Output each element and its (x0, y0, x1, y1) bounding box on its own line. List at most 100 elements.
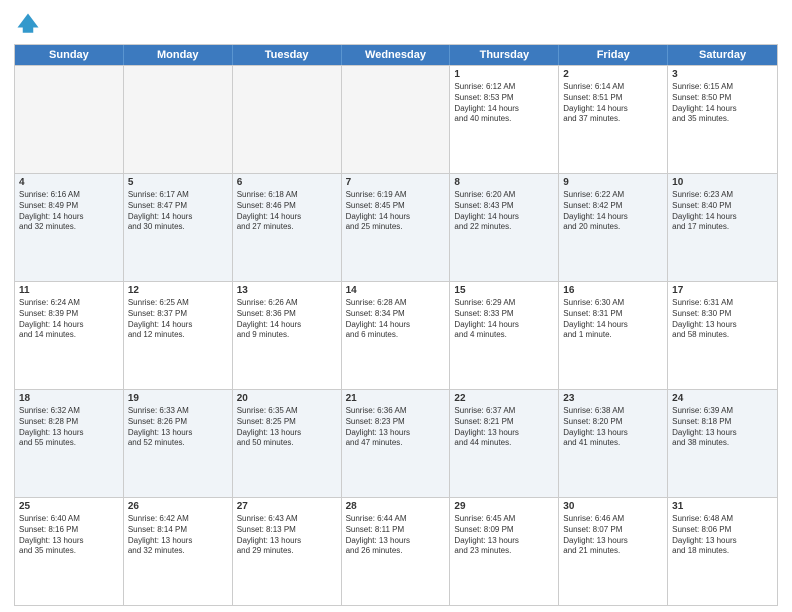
day-cell-25: 25Sunrise: 6:40 AMSunset: 8:16 PMDayligh… (15, 498, 124, 605)
cell-info: Sunrise: 6:14 AMSunset: 8:51 PMDaylight:… (563, 82, 663, 125)
cell-info: Sunrise: 6:37 AMSunset: 8:21 PMDaylight:… (454, 406, 554, 449)
cell-info: Sunrise: 6:23 AMSunset: 8:40 PMDaylight:… (672, 190, 773, 233)
day-cell-6: 6 Sunrise: 6:18 AMSunset: 8:46 PMDaylight… (233, 174, 342, 281)
day-number: 22 (454, 393, 554, 404)
day-cell-24: 24 Sunrise: 6:39 AMSunset: 8:18 PMDayligh… (668, 390, 777, 497)
cell-info: Sunrise: 6:29 AMSunset: 8:33 PMDaylight:… (454, 298, 554, 341)
calendar-row-3: 18 Sunrise: 6:32 AMSunset: 8:28 PMDayligh… (15, 389, 777, 497)
header-day-thursday: Thursday (450, 45, 559, 65)
day-cell-27: 27 Sunrise: 6:43 AMSunset: 8:13 PMDayligh… (233, 498, 342, 605)
calendar-row-4: 25Sunrise: 6:40 AMSunset: 8:16 PMDayligh… (15, 497, 777, 605)
day-cell-12: 12 Sunrise: 6:25 AMSunset: 8:37 PMDayligh… (124, 282, 233, 389)
day-cell-10: 10 Sunrise: 6:23 AMSunset: 8:40 PMDayligh… (668, 174, 777, 281)
cell-info: Sunrise: 6:15 AMSunset: 8:50 PMDaylight:… (672, 82, 773, 125)
day-number: 26 (128, 501, 228, 512)
day-number: 27 (237, 501, 337, 512)
cell-info: Sunrise: 6:46 AMSunset: 8:07 PMDaylight:… (563, 514, 663, 557)
cell-info: Sunrise: 6:18 AMSunset: 8:46 PMDaylight:… (237, 190, 337, 233)
calendar-body: 1 Sunrise: 6:12 AMSunset: 8:53 PMDaylight… (15, 65, 777, 605)
day-number: 8 (454, 177, 554, 188)
cell-info: Sunrise: 6:25 AMSunset: 8:37 PMDaylight:… (128, 298, 228, 341)
day-cell-7: 7 Sunrise: 6:19 AMSunset: 8:45 PMDaylight… (342, 174, 451, 281)
empty-cell (15, 66, 124, 173)
day-cell-19: 19Sunrise: 6:33 AMSunset: 8:26 PMDayligh… (124, 390, 233, 497)
day-number: 19 (128, 393, 228, 404)
cell-info: Sunrise: 6:36 AMSunset: 8:23 PMDaylight:… (346, 406, 446, 449)
header (14, 10, 778, 38)
day-cell-30: 30 Sunrise: 6:46 AMSunset: 8:07 PMDayligh… (559, 498, 668, 605)
day-number: 3 (672, 69, 773, 80)
day-cell-29: 29 Sunrise: 6:45 AMSunset: 8:09 PMDayligh… (450, 498, 559, 605)
day-number: 30 (563, 501, 663, 512)
day-cell-31: 31 Sunrise: 6:48 AMSunset: 8:06 PMDayligh… (668, 498, 777, 605)
day-cell-3: 3 Sunrise: 6:15 AMSunset: 8:50 PMDaylight… (668, 66, 777, 173)
header-day-monday: Monday (124, 45, 233, 65)
cell-info: Sunrise: 6:43 AMSunset: 8:13 PMDaylight:… (237, 514, 337, 557)
day-cell-4: 4 Sunrise: 6:16 AMSunset: 8:49 PMDaylight… (15, 174, 124, 281)
calendar-header: SundayMondayTuesdayWednesdayThursdayFrid… (15, 45, 777, 65)
cell-info: Sunrise: 6:31 AMSunset: 8:30 PMDaylight:… (672, 298, 773, 341)
cell-info: Sunrise: 6:17 AMSunset: 8:47 PMDaylight:… (128, 190, 228, 233)
day-cell-20: 20 Sunrise: 6:35 AMSunset: 8:25 PMDayligh… (233, 390, 342, 497)
day-number: 6 (237, 177, 337, 188)
day-cell-13: 13Sunrise: 6:26 AMSunset: 8:36 PMDayligh… (233, 282, 342, 389)
cell-info: Sunrise: 6:35 AMSunset: 8:25 PMDaylight:… (237, 406, 337, 449)
empty-cell (124, 66, 233, 173)
cell-info: Sunrise: 6:42 AMSunset: 8:14 PMDaylight:… (128, 514, 228, 557)
header-day-friday: Friday (559, 45, 668, 65)
day-number: 9 (563, 177, 663, 188)
cell-info: Sunrise: 6:19 AMSunset: 8:45 PMDaylight:… (346, 190, 446, 233)
day-cell-14: 14 Sunrise: 6:28 AMSunset: 8:34 PMDayligh… (342, 282, 451, 389)
logo (14, 10, 46, 38)
day-cell-2: 2Sunrise: 6:14 AMSunset: 8:51 PMDaylight… (559, 66, 668, 173)
day-number: 29 (454, 501, 554, 512)
cell-info: Sunrise: 6:32 AMSunset: 8:28 PMDaylight:… (19, 406, 119, 449)
day-cell-23: 23 Sunrise: 6:38 AMSunset: 8:20 PMDayligh… (559, 390, 668, 497)
cell-info: Sunrise: 6:38 AMSunset: 8:20 PMDaylight:… (563, 406, 663, 449)
day-number: 24 (672, 393, 773, 404)
day-number: 20 (237, 393, 337, 404)
day-number: 11 (19, 285, 119, 296)
day-cell-22: 22 Sunrise: 6:37 AMSunset: 8:21 PMDayligh… (450, 390, 559, 497)
day-cell-28: 28 Sunrise: 6:44 AMSunset: 8:11 PMDayligh… (342, 498, 451, 605)
day-number: 5 (128, 177, 228, 188)
header-day-wednesday: Wednesday (342, 45, 451, 65)
empty-cell (233, 66, 342, 173)
day-number: 14 (346, 285, 446, 296)
calendar: SundayMondayTuesdayWednesdayThursdayFrid… (14, 44, 778, 606)
day-number: 7 (346, 177, 446, 188)
cell-info: Sunrise: 6:22 AMSunset: 8:42 PMDaylight:… (563, 190, 663, 233)
day-number: 31 (672, 501, 773, 512)
cell-info: Sunrise: 6:28 AMSunset: 8:34 PMDaylight:… (346, 298, 446, 341)
day-number: 4 (19, 177, 119, 188)
cell-info: Sunrise: 6:16 AMSunset: 8:49 PMDaylight:… (19, 190, 119, 233)
cell-info: Sunrise: 6:39 AMSunset: 8:18 PMDaylight:… (672, 406, 773, 449)
header-day-saturday: Saturday (668, 45, 777, 65)
day-cell-21: 21 Sunrise: 6:36 AMSunset: 8:23 PMDayligh… (342, 390, 451, 497)
calendar-row-0: 1 Sunrise: 6:12 AMSunset: 8:53 PMDaylight… (15, 65, 777, 173)
day-number: 23 (563, 393, 663, 404)
day-number: 1 (454, 69, 554, 80)
day-cell-1: 1 Sunrise: 6:12 AMSunset: 8:53 PMDaylight… (450, 66, 559, 173)
page: SundayMondayTuesdayWednesdayThursdayFrid… (0, 0, 792, 612)
cell-info: Sunrise: 6:44 AMSunset: 8:11 PMDaylight:… (346, 514, 446, 557)
cell-info: Sunrise: 6:48 AMSunset: 8:06 PMDaylight:… (672, 514, 773, 557)
cell-info: Sunrise: 6:20 AMSunset: 8:43 PMDaylight:… (454, 190, 554, 233)
day-cell-17: 17Sunrise: 6:31 AMSunset: 8:30 PMDayligh… (668, 282, 777, 389)
cell-info: Sunrise: 6:12 AMSunset: 8:53 PMDaylight:… (454, 82, 554, 125)
day-cell-9: 9 Sunrise: 6:22 AMSunset: 8:42 PMDaylight… (559, 174, 668, 281)
day-cell-8: 8 Sunrise: 6:20 AMSunset: 8:43 PMDaylight… (450, 174, 559, 281)
cell-info: Sunrise: 6:45 AMSunset: 8:09 PMDaylight:… (454, 514, 554, 557)
day-number: 15 (454, 285, 554, 296)
day-number: 21 (346, 393, 446, 404)
calendar-row-2: 11 Sunrise: 6:24 AMSunset: 8:39 PMDayligh… (15, 281, 777, 389)
day-number: 18 (19, 393, 119, 404)
day-number: 10 (672, 177, 773, 188)
day-number: 12 (128, 285, 228, 296)
day-number: 28 (346, 501, 446, 512)
cell-info: Sunrise: 6:24 AMSunset: 8:39 PMDaylight:… (19, 298, 119, 341)
day-number: 25 (19, 501, 119, 512)
cell-info: Sunrise: 6:30 AMSunset: 8:31 PMDaylight:… (563, 298, 663, 341)
header-day-tuesday: Tuesday (233, 45, 342, 65)
header-day-sunday: Sunday (15, 45, 124, 65)
